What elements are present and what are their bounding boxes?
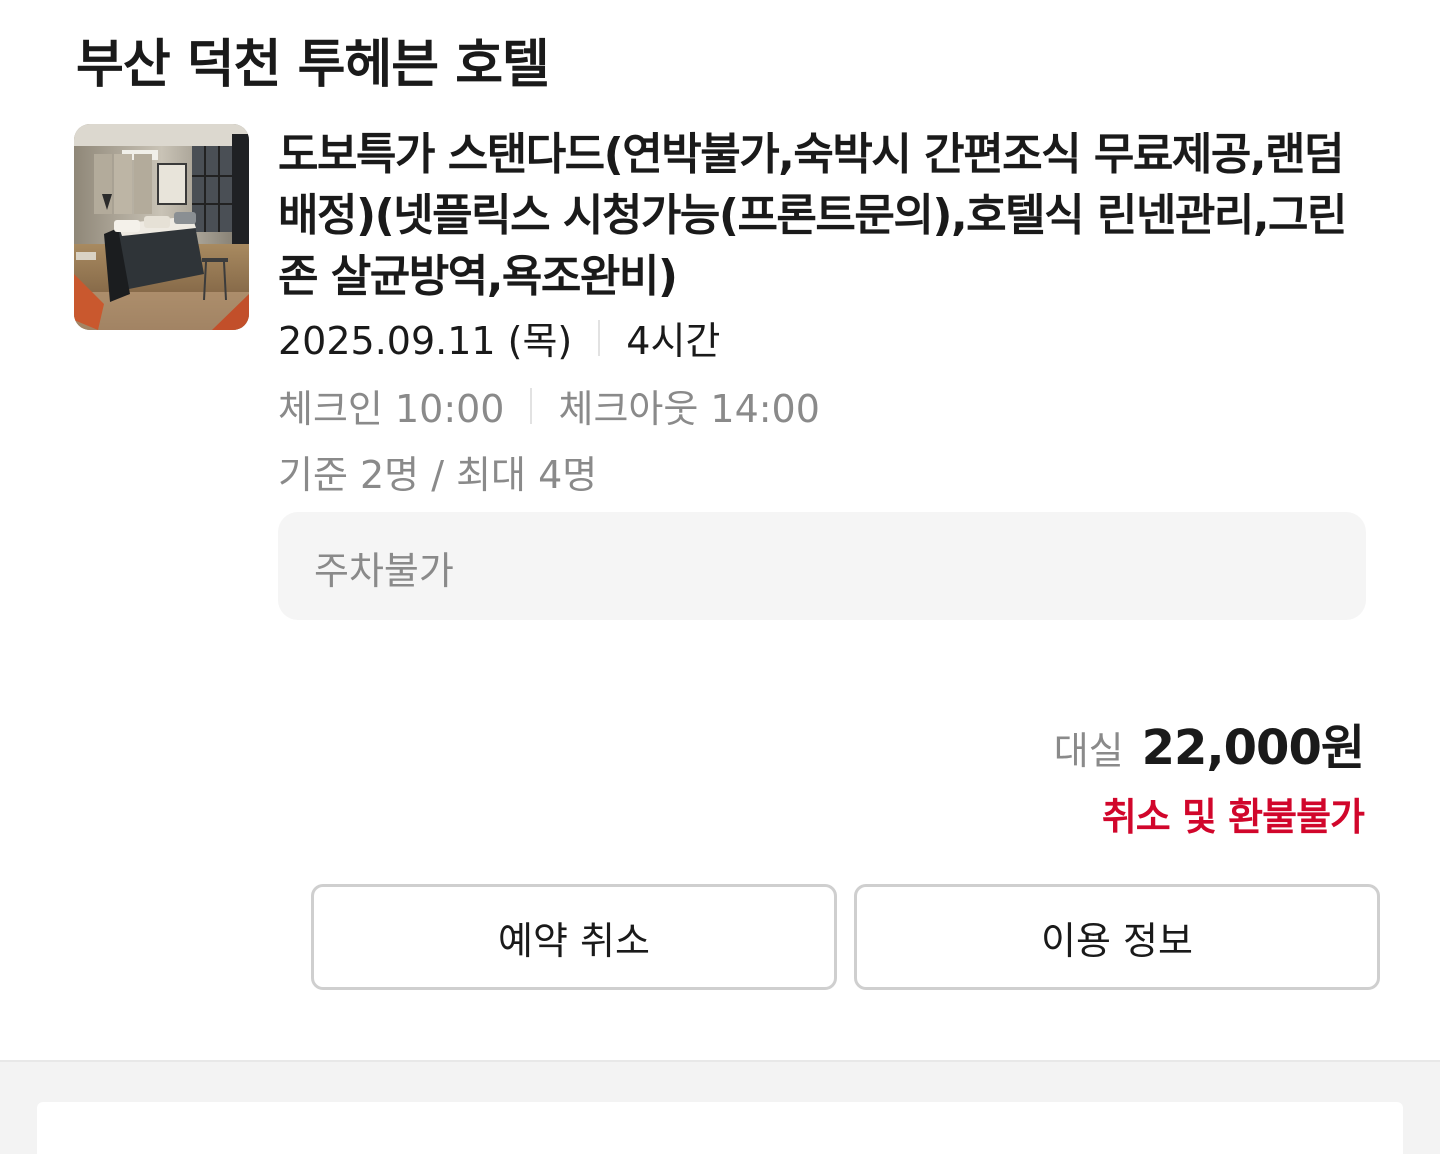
room-capacity: 기준 2명 / 최대 4명	[278, 453, 598, 497]
section-separator	[0, 1060, 1440, 1154]
stay-info: 2025.09.11 (목) 4시간	[278, 310, 720, 365]
check-out-time: 체크아웃 14:00	[558, 387, 820, 431]
hotel-name[interactable]: 부산 덕천 투헤븐 호텔	[76, 22, 550, 97]
cancel-reservation-button[interactable]: 예약 취소	[311, 884, 837, 990]
notice-box: 주차불가	[278, 512, 1366, 620]
stay-date: 2025.09.11 (목)	[278, 319, 573, 363]
price-row: 대실 22,000원	[1053, 708, 1365, 778]
stay-duration: 4시간	[626, 319, 721, 363]
check-times: 체크인 10:00 체크아웃 14:00	[278, 378, 820, 433]
room-thumbnail[interactable]	[74, 124, 249, 330]
room-photo-icon	[74, 124, 249, 330]
parking-notice: 주차불가	[314, 549, 454, 593]
price-value: 22,000원	[1141, 720, 1365, 776]
check-in-time: 체크인 10:00	[278, 387, 505, 431]
reservation-detail-page: 부산 덕천 투헤븐 호텔 도보특가 스탠다드(연박불가,숙박시 간편조식 무료제…	[0, 0, 1440, 1154]
price-type-label: 대실	[1053, 729, 1124, 773]
refund-policy: 취소 및 환불불가	[1101, 795, 1365, 839]
divider	[530, 387, 533, 424]
next-card	[37, 1102, 1403, 1154]
room-title[interactable]: 도보특가 스탠다드(연박불가,숙박시 간편조식 무료제공,랜덤배정)(넷플릭스 …	[278, 124, 1358, 307]
usage-info-button[interactable]: 이용 정보	[854, 884, 1380, 990]
divider	[598, 319, 601, 356]
